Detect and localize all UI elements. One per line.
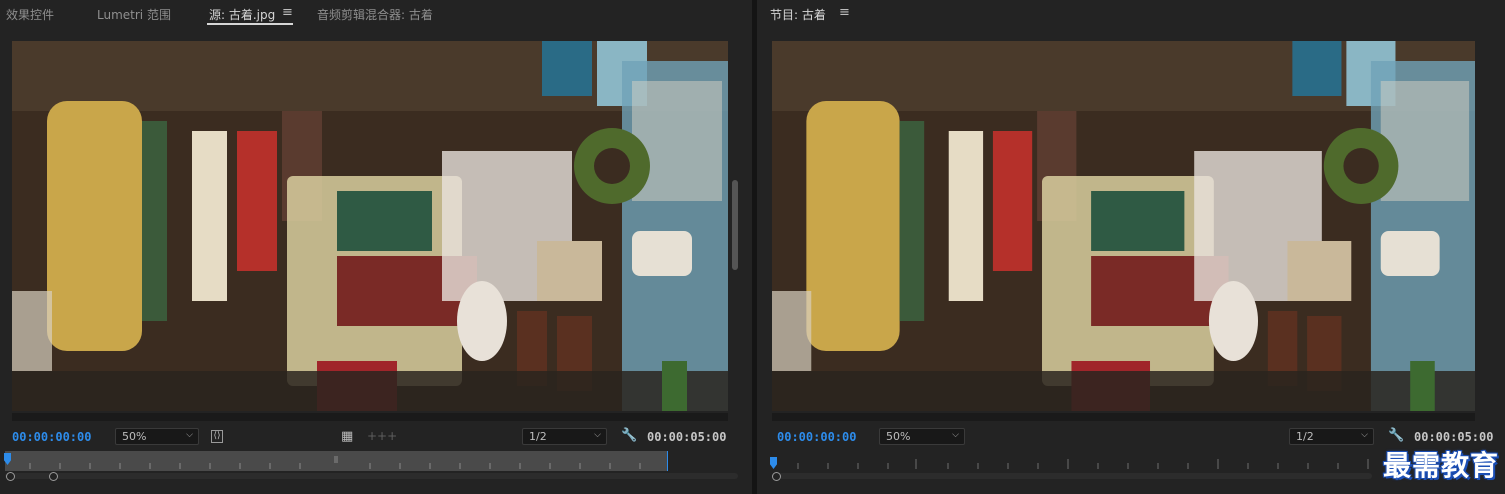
source-resolution-select[interactable]: 1/2 ⌵ — [522, 428, 607, 445]
wrench-icon[interactable]: 🔧 — [1388, 429, 1404, 443]
drag-video-film-icon[interactable]: ▦ — [341, 430, 353, 444]
program-horizontal-scrollbar[interactable] — [772, 413, 1475, 421]
tab-lumetri-scopes[interactable]: Lumetri 范围 — [97, 6, 171, 23]
program-zoom-select[interactable]: 50% ⌵ — [879, 428, 965, 445]
program-zoom-scrollbar[interactable] — [772, 473, 1372, 479]
program-resolution-value: 1/2 — [1296, 430, 1314, 443]
watermark-logo-text: 最需教育 — [1382, 449, 1499, 482]
source-duration-timecode: 00:00:05:00 — [647, 430, 727, 444]
program-playhead-timecode[interactable]: 00:00:00:00 — [777, 430, 856, 444]
drag-video-icon[interactable]: ⟨⟩ — [211, 430, 223, 443]
program-zoom-value: 50% — [886, 430, 911, 443]
vintage-shop-image — [12, 41, 728, 411]
zoom-handle-right[interactable] — [49, 472, 58, 481]
panel-menu-icon[interactable]: ≡ — [839, 5, 850, 20]
zoom-handle-left[interactable] — [6, 472, 15, 481]
program-resolution-select[interactable]: 1/2 ⌵ — [1289, 428, 1374, 445]
source-playhead-timecode[interactable]: 00:00:00:00 — [12, 430, 91, 444]
tab-source[interactable]: 源: 古着.jpg — [209, 6, 275, 23]
wrench-icon[interactable]: 🔧 — [621, 429, 637, 443]
chevron-down-icon: ⌵ — [186, 430, 193, 440]
source-time-ruler[interactable] — [5, 451, 668, 471]
chevron-down-icon: ⌵ — [1361, 430, 1368, 440]
ruler-ticks — [29, 456, 641, 469]
chevron-down-icon: ⌵ — [952, 430, 959, 440]
source-video-frame[interactable] — [12, 41, 728, 411]
program-video-frame[interactable] — [772, 41, 1475, 411]
zoom-handle-left[interactable] — [772, 472, 781, 481]
source-tab-bar: 效果控件 Lumetri 范围 源: 古着.jpg ≡ 音频剪辑混合器: 古着 — [0, 0, 752, 28]
panel-menu-icon[interactable]: ≡ — [282, 5, 293, 20]
source-monitor-panel: 效果控件 Lumetri 范围 源: 古着.jpg ≡ 音频剪辑混合器: 古着 — [0, 0, 752, 494]
chevron-down-icon: ⌵ — [594, 430, 601, 440]
drag-audio-icon[interactable]: +++ — [367, 429, 397, 443]
program-tab-bar: 节目: 古着 ≡ — [757, 0, 1505, 28]
source-zoom-scrollbar[interactable] — [5, 473, 738, 479]
active-tab-underline — [207, 23, 293, 25]
vintage-shop-image — [772, 41, 1475, 411]
tab-effect-controls[interactable]: 效果控件 — [6, 6, 54, 23]
tab-program[interactable]: 节目: 古着 — [770, 6, 826, 23]
program-monitor-panel: 节目: 古着 ≡ 00:00:00:00 50% ⌵ 1/2 ⌵ 🔧 00:00… — [757, 0, 1505, 494]
source-horizontal-scrollbar[interactable] — [12, 413, 728, 421]
tab-audio-clip-mixer[interactable]: 音频剪辑混合器: 古着 — [317, 6, 433, 23]
program-duration-timecode: 00:00:05:00 — [1414, 430, 1494, 444]
source-vertical-scrollbar[interactable] — [732, 180, 738, 270]
source-zoom-value: 50% — [122, 430, 147, 443]
source-resolution-value: 1/2 — [529, 430, 547, 443]
source-out-point-marker[interactable] — [667, 451, 668, 471]
source-zoom-select[interactable]: 50% ⌵ — [115, 428, 199, 445]
